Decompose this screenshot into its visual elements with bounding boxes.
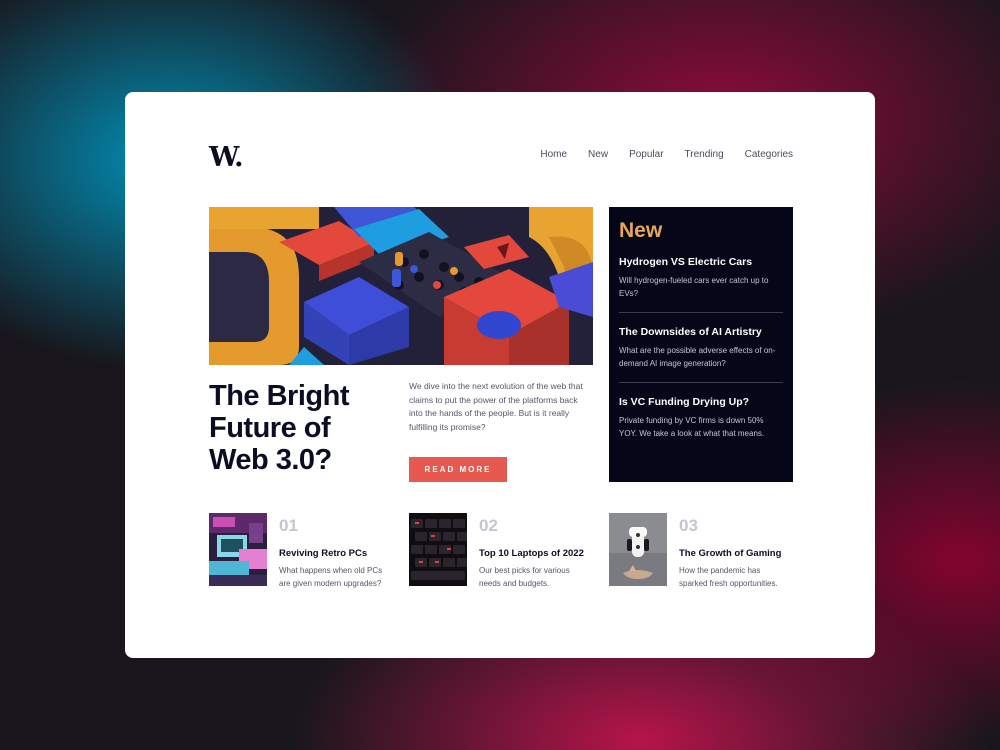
hero-headline-line: Web 3.0?: [209, 444, 332, 476]
hero-headline: The Bright Future of Web 3.0?: [209, 380, 389, 476]
article-body: 01 Reviving Retro PCs What happens when …: [279, 513, 391, 590]
article-card[interactable]: 02 Top 10 Laptops of 2022 Our best picks…: [409, 513, 609, 590]
nav-trending[interactable]: Trending: [685, 149, 724, 160]
news-item-title[interactable]: Hydrogen VS Electric Cars: [619, 256, 783, 268]
news-item[interactable]: Hydrogen VS Electric Cars Will hydrogen-…: [619, 256, 783, 312]
article-title[interactable]: Top 10 Laptops of 2022: [479, 548, 591, 559]
hero-headline-line: Future of: [209, 412, 331, 444]
site-logo[interactable]: W.: [209, 142, 244, 173]
hero-image: [209, 207, 593, 365]
news-item[interactable]: Is VC Funding Drying Up? Private funding…: [619, 382, 783, 452]
nav-new[interactable]: New: [588, 149, 608, 160]
new-sidebar: New Hydrogen VS Electric Cars Will hydro…: [609, 207, 793, 482]
article-list: 01 Reviving Retro PCs What happens when …: [209, 513, 809, 590]
news-item[interactable]: The Downsides of AI Artistry What are th…: [619, 312, 783, 382]
article-card[interactable]: 03 The Growth of Gaming How the pandemic…: [609, 513, 809, 590]
article-body: 02 Top 10 Laptops of 2022 Our best picks…: [479, 513, 591, 590]
game-controller-image[interactable]: [609, 513, 667, 586]
news-item-desc: Will hydrogen-fueled cars ever catch up …: [619, 276, 769, 298]
news-item-desc: What are the possible adverse effects of…: [619, 346, 776, 368]
news-item-title[interactable]: Is VC Funding Drying Up?: [619, 396, 783, 408]
article-title[interactable]: Reviving Retro PCs: [279, 548, 391, 559]
article-desc: Our best picks for various needs and bud…: [479, 566, 570, 588]
main-nav: Home New Popular Trending Categories: [540, 149, 793, 160]
article-number: 01: [279, 516, 298, 535]
retro-pc-image[interactable]: [209, 513, 267, 586]
article-number: 02: [479, 516, 498, 535]
sidebar-title: New: [619, 219, 663, 242]
hero-lede: We dive into the next evolution of the w…: [409, 381, 583, 432]
news-item-title[interactable]: The Downsides of AI Artistry: [619, 326, 783, 338]
nav-popular[interactable]: Popular: [629, 149, 663, 160]
hero-headline-line: The Bright: [209, 380, 350, 412]
nav-categories[interactable]: Categories: [745, 149, 793, 160]
laptop-keyboard-image[interactable]: [409, 513, 467, 586]
read-more-button[interactable]: READ MORE: [409, 457, 507, 482]
article-desc: How the pandemic has sparked fresh oppor…: [679, 566, 778, 588]
article-number: 03: [679, 516, 698, 535]
article-card[interactable]: 01 Reviving Retro PCs What happens when …: [209, 513, 409, 590]
nav-home[interactable]: Home: [540, 149, 567, 160]
news-item-desc: Private funding by VC firms is down 50% …: [619, 416, 765, 438]
article-title[interactable]: The Growth of Gaming: [679, 548, 791, 559]
article-desc: What happens when old PCs are given mode…: [279, 566, 383, 588]
article-body: 03 The Growth of Gaming How the pandemic…: [679, 513, 791, 590]
page-card: W. Home New Popular Trending Categories: [125, 92, 875, 658]
